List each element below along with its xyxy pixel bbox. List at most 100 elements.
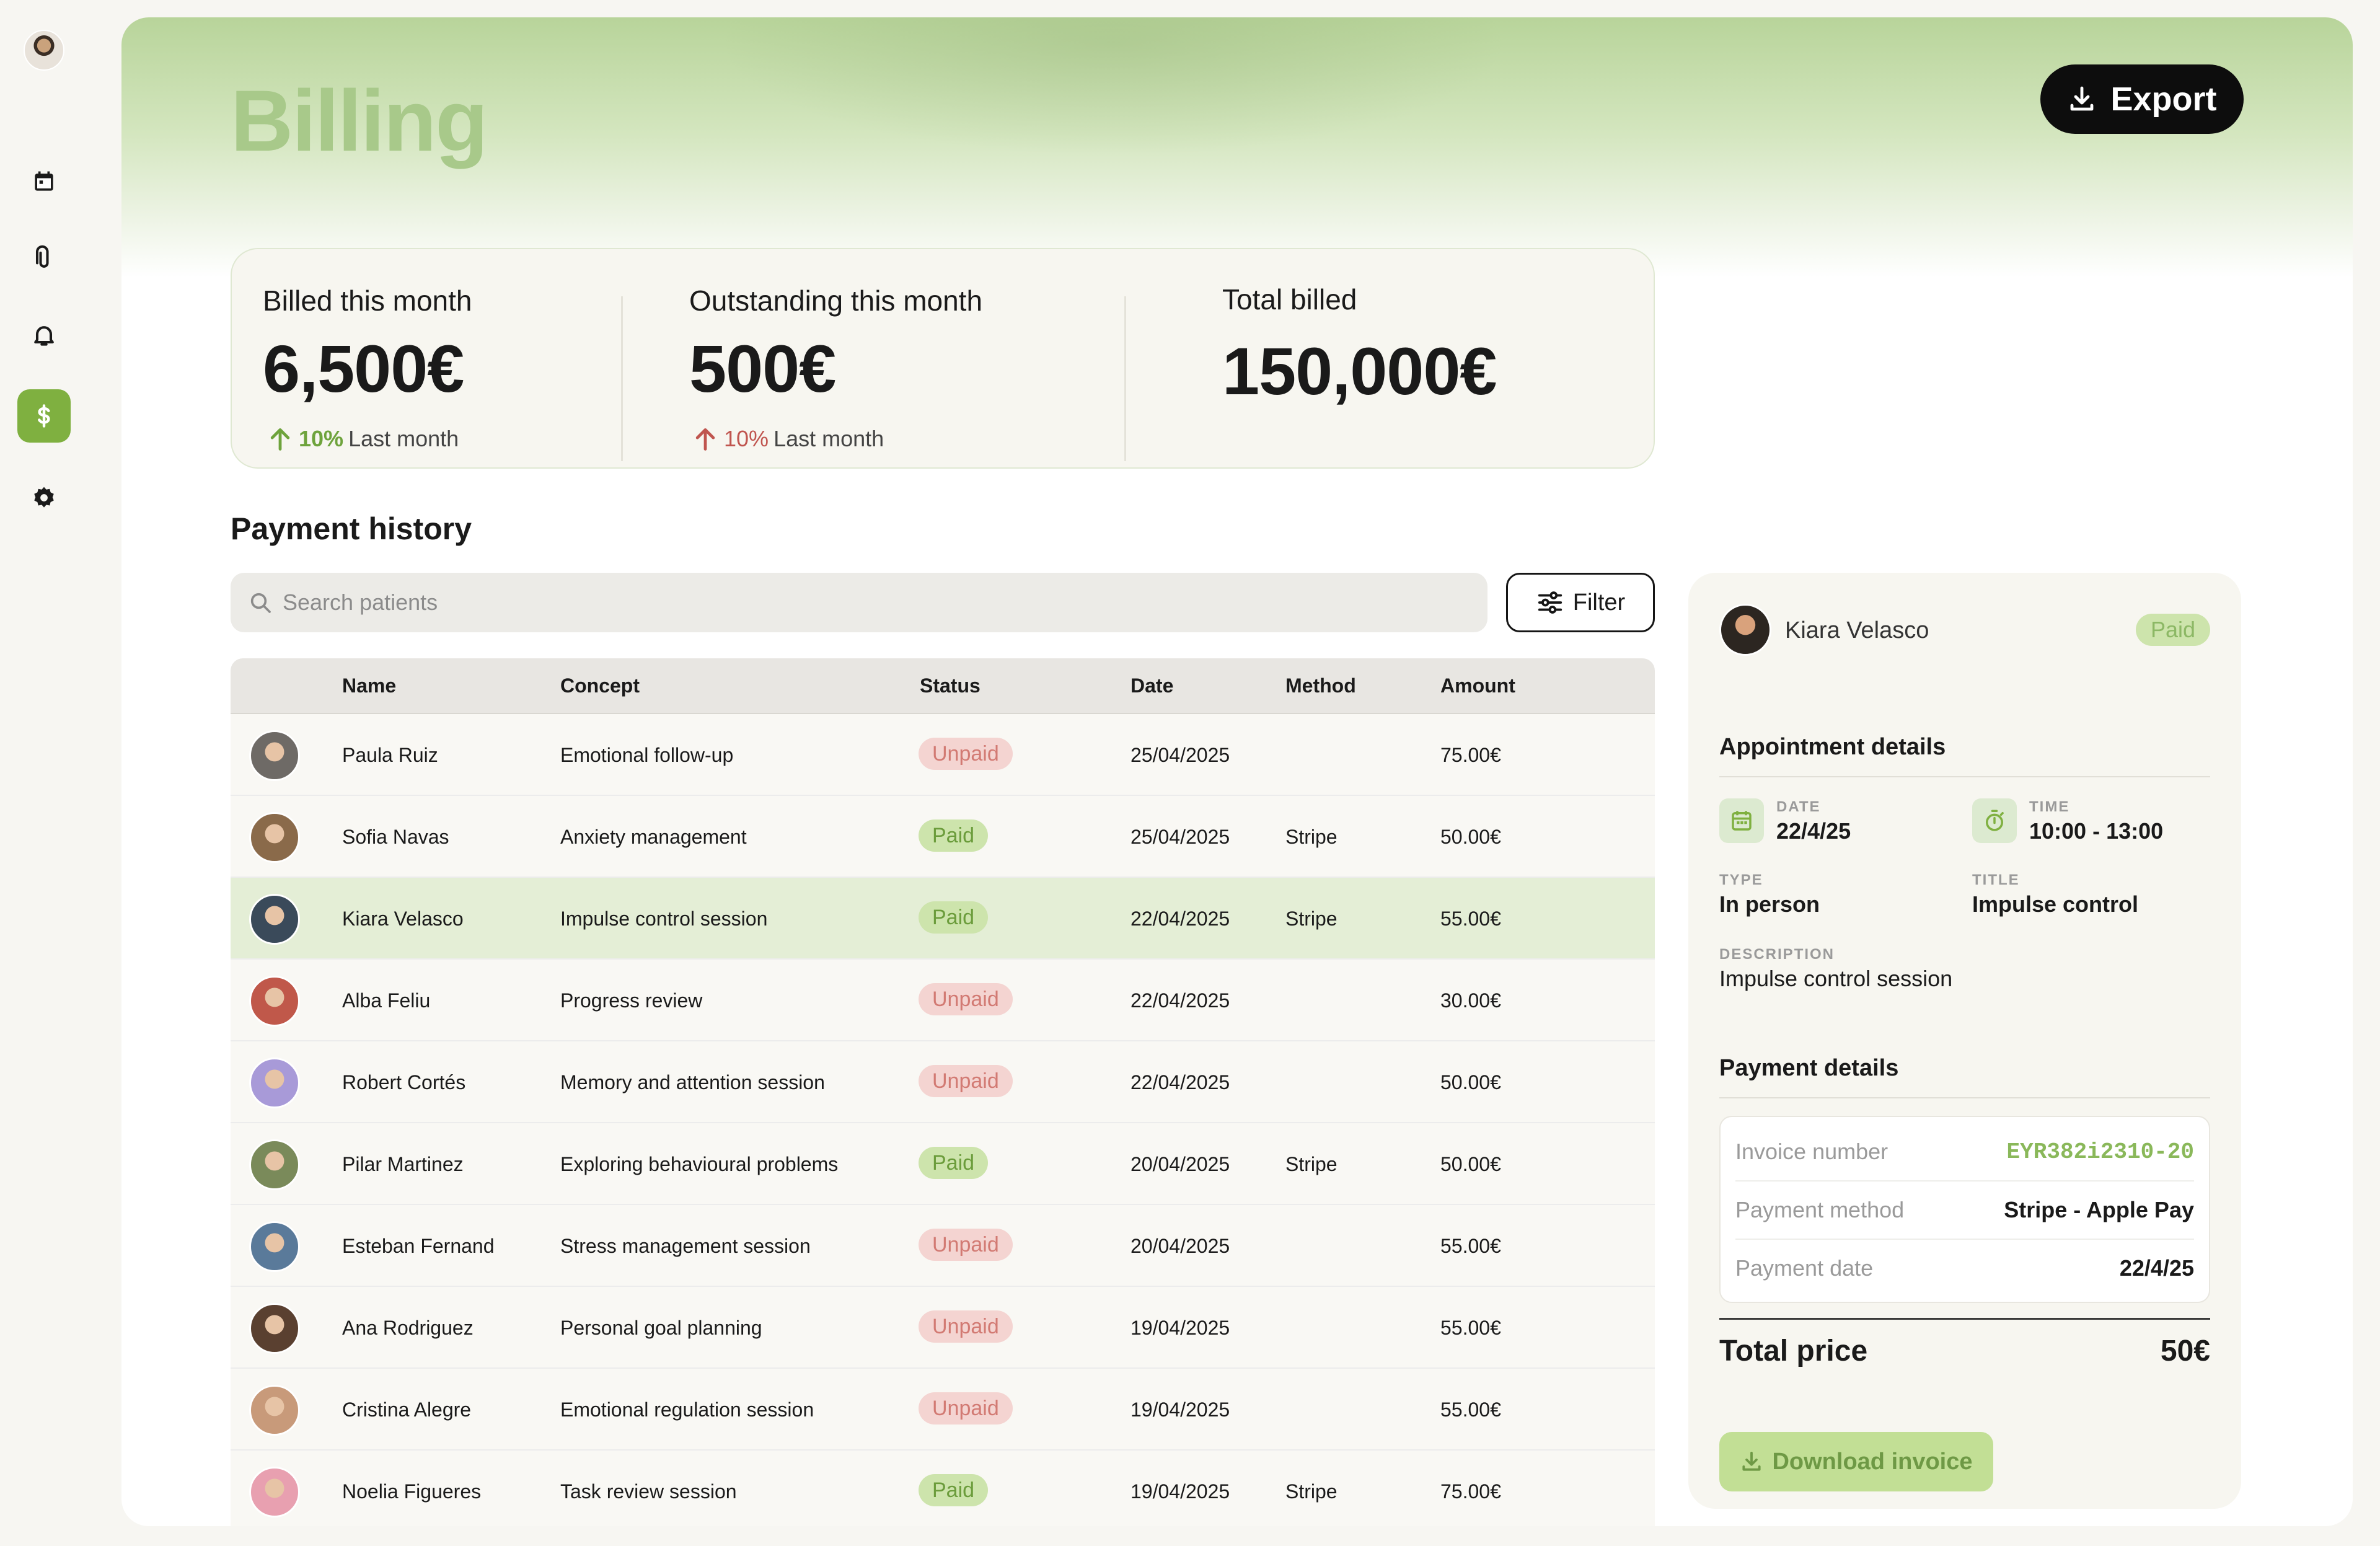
- avatar: [249, 1221, 300, 1272]
- cell-concept: Progress review: [560, 989, 703, 1012]
- cell-name: Robert Cortés: [342, 1071, 466, 1093]
- table-row[interactable]: Paula Ruiz Emotional follow-up Unpaid 25/04…: [231, 714, 1655, 796]
- main-panel: Billing Export Billed this month 6,500€ …: [121, 17, 2353, 1526]
- cell-concept: Task review session: [560, 1480, 737, 1503]
- table-row[interactable]: Robert Cortés Memory and attention sessio…: [231, 1041, 1655, 1123]
- divider: [1719, 776, 2210, 777]
- section-title: Payment history: [231, 511, 472, 546]
- title-key: TITLE: [1972, 872, 2020, 888]
- table-row[interactable]: Sofia Navas Anxiety management Paid 25/04/2…: [231, 796, 1655, 878]
- bell-icon[interactable]: [17, 309, 71, 362]
- table-header: Name Concept Status Date Method Amount: [231, 658, 1655, 714]
- cell-concept: Personal goal planning: [560, 1317, 762, 1339]
- status-badge: Unpaid: [919, 1229, 1013, 1261]
- export-button[interactable]: Export: [2040, 64, 2244, 134]
- cell-name: Noelia Figueres: [342, 1480, 482, 1503]
- invoice-row: Invoice number EYR382i2310-20: [1735, 1123, 2194, 1180]
- cell-name: Paula Ruiz: [342, 744, 438, 766]
- cell-concept: Emotional regulation session: [560, 1398, 814, 1421]
- cell-amount: 55.00€: [1440, 1398, 1501, 1421]
- stat-label: Billed this month: [263, 285, 472, 317]
- table-row[interactable]: Pilar Martinez Exploring behavioural prob…: [231, 1123, 1655, 1205]
- table-row[interactable]: Noelia Figueres Task review session Paid 19…: [231, 1451, 1655, 1526]
- title-value: Impulse control: [1972, 891, 2139, 917]
- calendar-icon[interactable]: [17, 155, 71, 208]
- cell-concept: Exploring behavioural problems: [560, 1153, 839, 1175]
- type-value: In person: [1719, 891, 1820, 917]
- user-avatar[interactable]: [24, 30, 64, 71]
- column-header-date[interactable]: Date: [1130, 674, 1173, 697]
- cell-amount: 75.00€: [1440, 1480, 1501, 1503]
- download-label: Download invoice: [1772, 1448, 1973, 1475]
- export-label: Export: [2110, 81, 2217, 118]
- cell-date: 22/04/2025: [1130, 1071, 1230, 1093]
- cell-method: Stripe: [1285, 1153, 1338, 1175]
- cell-concept: Anxiety management: [560, 826, 747, 848]
- avatar: [249, 812, 300, 863]
- time-value: 10:00 - 13:00: [2029, 818, 2164, 844]
- avatar: [249, 1467, 300, 1517]
- filter-label: Filter: [1572, 589, 1626, 616]
- cell-amount: 75.00€: [1440, 744, 1501, 766]
- appointment-heading: Appointment details: [1719, 734, 1946, 760]
- cell-method: Stripe: [1285, 826, 1338, 848]
- column-header-status[interactable]: Status: [920, 674, 981, 697]
- cell-name: Ana Rodriguez: [342, 1317, 474, 1339]
- download-icon: [1742, 1451, 1761, 1471]
- search-bar[interactable]: [231, 573, 1488, 632]
- avatar: [249, 976, 300, 1027]
- column-header-method[interactable]: Method: [1285, 674, 1356, 697]
- cell-date: 20/04/2025: [1130, 1153, 1230, 1175]
- column-header-concept[interactable]: Concept: [560, 674, 640, 697]
- filter-button[interactable]: Filter: [1506, 573, 1655, 632]
- cell-date: 22/04/2025: [1130, 908, 1230, 930]
- column-header-amount[interactable]: Amount: [1440, 674, 1515, 697]
- status-badge: Unpaid: [919, 1065, 1013, 1097]
- cell-amount: 50.00€: [1440, 1153, 1501, 1175]
- divider: [1719, 1097, 2210, 1098]
- cell-amount: 50.00€: [1440, 1071, 1501, 1093]
- paperclip-icon[interactable]: [17, 232, 71, 285]
- cell-name: Sofia Navas: [342, 826, 449, 848]
- download-invoice-button[interactable]: Download invoice: [1719, 1432, 1993, 1491]
- invoice-value[interactable]: EYR382i2310-20: [2007, 1139, 2194, 1165]
- sidebar: [0, 0, 121, 1546]
- type-key: TYPE: [1719, 872, 1763, 888]
- method-value: Stripe - Apple Pay: [2004, 1197, 2194, 1222]
- cell-method: Stripe: [1285, 1480, 1338, 1503]
- cell-concept: Impulse control session: [560, 908, 768, 930]
- cell-name: Kiara Velasco: [342, 908, 464, 930]
- total-value: 50€: [2160, 1335, 2210, 1367]
- description-key: DESCRIPTION: [1719, 946, 1835, 963]
- cell-date: 25/04/2025: [1130, 744, 1230, 766]
- trend-percent: 10%: [299, 426, 344, 451]
- paydate-row: Payment date 22/4/25: [1735, 1240, 2194, 1297]
- table-row[interactable]: Alba Feliu Progress review Unpaid 22/04/202…: [231, 960, 1655, 1041]
- cell-concept: Emotional follow-up: [560, 744, 734, 766]
- column-header-name[interactable]: Name: [342, 674, 396, 697]
- gear-icon[interactable]: [17, 471, 71, 524]
- arrow-up-icon: [270, 428, 290, 451]
- payment-details-box: Invoice number EYR382i2310-20 Payment me…: [1719, 1116, 2210, 1303]
- cell-concept: Stress management session: [560, 1235, 811, 1257]
- dollar-icon[interactable]: [17, 389, 71, 443]
- cell-name: Pilar Martinez: [342, 1153, 464, 1175]
- divider: [621, 296, 623, 461]
- table-row[interactable]: Ana Rodriguez Personal goal planning Unpai…: [231, 1287, 1655, 1369]
- cell-method: Stripe: [1285, 908, 1338, 930]
- table-body: Paula Ruiz Emotional follow-up Unpaid 25/04…: [231, 714, 1655, 1526]
- payment-detail-panel: Kiara Velasco Paid Appointment details D…: [1688, 573, 2241, 1509]
- patient-avatar: [1719, 604, 1771, 656]
- table-row[interactable]: Kiara Velasco Impulse control session Paid…: [231, 878, 1655, 960]
- cell-name: Cristina Alegre: [342, 1398, 472, 1421]
- cell-amount: 55.00€: [1440, 1235, 1501, 1257]
- status-badge: Unpaid: [919, 983, 1013, 1015]
- payment-heading: Payment details: [1719, 1055, 1899, 1081]
- stat-trend: 10% Last month: [267, 425, 459, 453]
- stat-trend: 10% Last month: [692, 425, 884, 453]
- table-row[interactable]: Cristina Alegre Emotional regulation sess…: [231, 1369, 1655, 1451]
- trend-percent: 10%: [724, 426, 769, 451]
- search-input[interactable]: [283, 590, 1398, 616]
- table-row[interactable]: Esteban Fernand Stress management session…: [231, 1205, 1655, 1287]
- download-icon: [2071, 86, 2094, 111]
